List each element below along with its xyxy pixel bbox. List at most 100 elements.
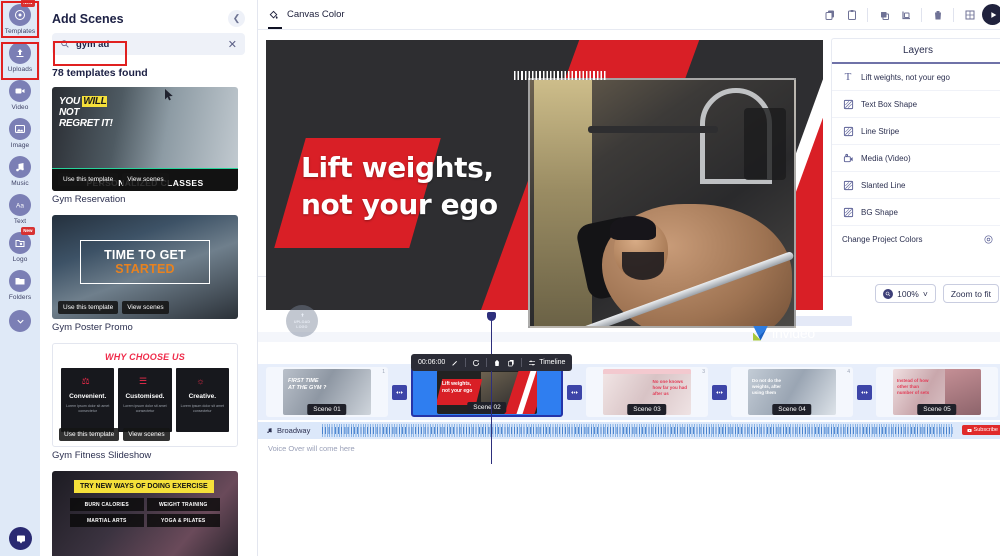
zoom-to-fit-button[interactable]: Zoom to fit	[942, 284, 999, 303]
transition-icon[interactable]	[567, 384, 582, 400]
media-bar	[588, 126, 718, 133]
zoom-to-fit-label: Zoom to fit	[950, 288, 991, 299]
scene-art-text: FIRST TIME AT THE GYM ?	[288, 378, 327, 391]
folder-icon	[9, 270, 31, 292]
editor-toolbar: Canvas Color	[258, 0, 1000, 30]
voiceover-track[interactable]: Voice Over will come here	[258, 441, 1000, 455]
view-scenes-button[interactable]: View scenes	[122, 301, 169, 314]
refresh-icon[interactable]	[472, 359, 480, 367]
change-project-colors-button[interactable]: Change Project Colors	[832, 226, 1000, 253]
upload-logo-line2: LOGO	[296, 325, 308, 329]
zoom-level-dropdown[interactable]: 100% ˅	[875, 284, 936, 303]
scene-clip-04[interactable]: Do not do the weights, after using them 4 …	[731, 367, 853, 417]
template-card[interactable]: TIME TO GET STARTED Use this template Vi…	[52, 215, 238, 319]
sidebar-item-templates[interactable]: New Templates	[0, 0, 40, 35]
scene-clip-02[interactable]: Lift weights, not your ego Scene 02	[411, 367, 563, 417]
sidebar-item-image[interactable]: Image	[0, 118, 40, 149]
column-body: Lorem ipsum dolor sit amet consectetur	[123, 404, 167, 414]
scene-clip-05[interactable]: Instead of how other than number of sets S…	[876, 367, 998, 417]
delete-icon[interactable]	[928, 5, 947, 24]
sidebar-item-logo[interactable]: New Logo	[0, 227, 40, 263]
sidebar-label-folders: Folders	[8, 294, 32, 301]
template-card-actions: Use this template View scenes	[53, 423, 237, 446]
sidebar-item-folders[interactable]: Folders	[0, 270, 40, 301]
shape-layer-icon	[842, 98, 854, 110]
scene-timeline-button[interactable]: Timeline	[528, 359, 565, 367]
chat-bubble-icon[interactable]	[9, 527, 32, 550]
subscribe-button[interactable]: Subscribe	[961, 425, 1000, 435]
new-badge-logo: New	[20, 227, 35, 235]
layer-label: Lift weights, not your ego	[861, 72, 950, 82]
image-icon	[9, 118, 31, 140]
audio-track[interactable]: Broadway Subscribe	[258, 422, 1000, 439]
grid-icon[interactable]	[960, 5, 979, 24]
use-this-template-button[interactable]: Use this template	[58, 301, 119, 314]
view-scenes-button[interactable]: View scenes	[122, 173, 169, 186]
use-this-template-button[interactable]: Use this template	[59, 428, 120, 441]
view-scenes-button[interactable]: View scenes	[123, 428, 170, 441]
search-box[interactable]: ✕	[52, 33, 245, 55]
scene-art-text: No one knows how far you had after us	[652, 379, 687, 397]
trash-icon[interactable]	[493, 359, 501, 367]
layer-item-text-box-shape[interactable]: Text Box Shape	[832, 91, 1000, 118]
scene-timeline-label: Timeline	[539, 359, 566, 366]
layer-label: BG Shape	[861, 207, 898, 217]
sidebar-item-music[interactable]: Music	[0, 156, 40, 187]
canvas-preview[interactable]: Lift weights, not your ego invideo UPLOA…	[266, 40, 823, 353]
scene-top-band	[603, 369, 691, 374]
template-art-title: TRY NEW WAYS OF DOING EXERCISE	[74, 480, 214, 493]
audio-track-name: Broadway	[266, 426, 310, 435]
copy-icon[interactable]	[820, 5, 839, 24]
scene-label: Scene 01	[307, 404, 347, 415]
bring-forward-icon[interactable]	[874, 5, 893, 24]
sidebar-item-video[interactable]: Video	[0, 80, 40, 111]
search-input[interactable]	[76, 38, 222, 50]
paste-icon[interactable]	[842, 5, 861, 24]
canvas-headline[interactable]: Lift weights, not your ego	[301, 150, 498, 224]
layer-item-media-video[interactable]: Media (Video)	[832, 145, 1000, 172]
layer-item-line-stripe[interactable]: Line Stripe	[832, 118, 1000, 145]
layer-item-text[interactable]: T Lift weights, not your ego	[832, 64, 1000, 91]
scene-number: 1	[382, 369, 385, 375]
template-card[interactable]: YOU WILL NOT REGRET IT! ASK FOR PERSONAL…	[52, 87, 238, 191]
canvas-color-swatch	[268, 26, 282, 29]
media-video-layer[interactable]	[528, 78, 796, 328]
canvas-color-button[interactable]: Canvas Color	[268, 8, 345, 29]
invideo-editor: New Templates Uploads Video Image Music …	[0, 0, 1000, 556]
duplicate-icon[interactable]	[507, 359, 515, 367]
pencil-icon[interactable]	[451, 359, 459, 367]
new-badge-templates: New	[20, 0, 35, 7]
template-card[interactable]: WHY CHOOSE US ⚖ Convenient. Lorem ipsum …	[52, 343, 238, 447]
template-card[interactable]: TRY NEW WAYS OF DOING EXERCISE BURN CALO…	[52, 471, 238, 556]
subscribe-label: Subscribe	[973, 427, 998, 433]
timeline-icon	[529, 360, 536, 365]
transition-icon[interactable]	[712, 384, 727, 400]
paint-bucket-icon	[268, 8, 282, 29]
add-scenes-panel: Add Scenes ❮ ✕ 78 templates found YOU WI…	[40, 0, 258, 556]
audio-waveform-core	[322, 427, 953, 434]
send-backward-icon[interactable]	[896, 5, 915, 24]
upload-logo-placeholder[interactable]: UPLOAD LOGO	[286, 305, 318, 337]
template-art-cell: WEIGHT TRAINING	[146, 498, 220, 511]
zoom-controls: 100% ˅ Zoom to fit	[875, 284, 999, 303]
sidebar-item-uploads[interactable]: Uploads	[0, 42, 40, 73]
transition-icon[interactable]	[392, 384, 407, 400]
invideo-watermark: invideo	[753, 325, 815, 341]
chevron-down-icon: ˅	[922, 288, 928, 299]
scene-label: Scene 02	[467, 402, 507, 413]
playhead[interactable]	[487, 312, 496, 464]
chevron-left-icon[interactable]: ❮	[228, 10, 245, 27]
scene-clip-03[interactable]: No one knows how far you had after us 3 Sc…	[586, 367, 708, 417]
sidebar-item-text[interactable]: Aa Text	[0, 194, 40, 225]
use-this-template-button[interactable]: Use this template	[58, 173, 119, 186]
media-layer-icon	[842, 152, 854, 164]
layer-item-slanted-line[interactable]: Slanted Line	[832, 172, 1000, 199]
close-icon[interactable]: ✕	[228, 38, 237, 51]
chevron-down-icon[interactable]	[9, 310, 31, 332]
media-person-hair	[610, 216, 656, 240]
play-circle-icon[interactable]	[982, 4, 1000, 25]
layer-item-bg-shape[interactable]: BG Shape	[832, 199, 1000, 226]
scene-clip-01[interactable]: FIRST TIME AT THE GYM ? 1 Scene 01	[266, 367, 388, 417]
transition-icon[interactable]	[857, 384, 872, 400]
scene-track: FIRST TIME AT THE GYM ? 1 Scene 01 Lift …	[258, 364, 1000, 420]
